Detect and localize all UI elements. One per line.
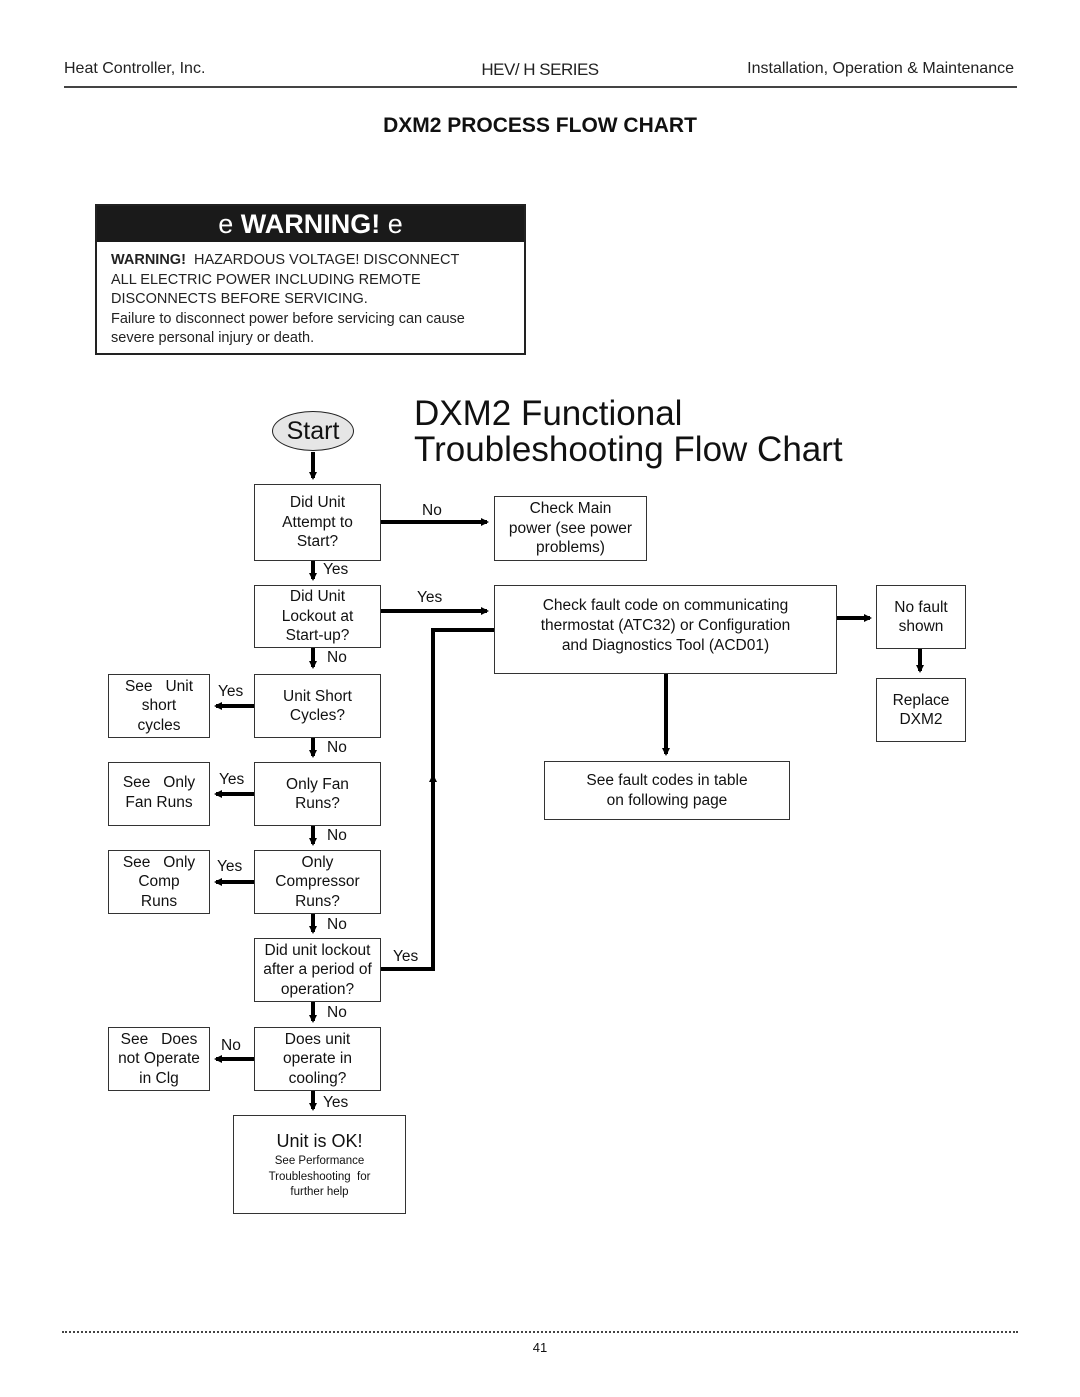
node-see-only-fan: See Only Fan Runs bbox=[108, 762, 210, 826]
node-text: power (see power bbox=[508, 519, 633, 537]
node-text: Runs? bbox=[295, 892, 340, 910]
node-text: Start? bbox=[296, 533, 339, 551]
node-lockout-period: Did unit lockout after a period of operati… bbox=[254, 938, 381, 1002]
edge-label: No bbox=[327, 827, 347, 844]
edge-label: No bbox=[327, 649, 347, 666]
edge-label: No bbox=[422, 502, 442, 519]
node-text: short bbox=[141, 697, 177, 715]
node-attempt-start: Did Unit Attempt to Start? bbox=[254, 484, 381, 561]
node-only-fan: Only Fan Runs? bbox=[254, 762, 381, 826]
node-text: not Operate bbox=[118, 1050, 200, 1068]
node-see-only-comp: See Only Comp Runs bbox=[108, 850, 210, 914]
node-no-fault-shown: No fault shown bbox=[876, 585, 966, 649]
node-text: in Clg bbox=[139, 1069, 179, 1087]
node-see-fault-codes: See fault codes in table on following pag… bbox=[544, 761, 790, 820]
node-text: Fan Runs bbox=[125, 793, 193, 811]
node-text: See Does bbox=[120, 1030, 198, 1048]
node-text: Comp bbox=[138, 873, 180, 891]
node-text: Check Main bbox=[529, 500, 612, 518]
edge-label: Yes bbox=[219, 771, 245, 788]
unit-ok-title: Unit is OK! bbox=[276, 1131, 363, 1151]
node-only-compressor: Only Compressor Runs? bbox=[254, 850, 381, 914]
node-text: thermostat (ATC32) or Configuration bbox=[540, 617, 791, 634]
node-text: Cycles? bbox=[289, 707, 346, 724]
edge-label: No bbox=[221, 1037, 241, 1054]
node-text: See Only bbox=[122, 853, 196, 871]
node-text: Lockout at bbox=[281, 607, 354, 625]
node-text: Only Fan bbox=[286, 775, 349, 793]
node-text: DXM2 bbox=[899, 711, 943, 728]
node-check-main-power: Check Main power (see power problems) bbox=[494, 496, 647, 561]
node-text: Compressor bbox=[275, 873, 360, 891]
node-text: Did Unit bbox=[289, 494, 346, 512]
node-text: Check fault code on communicating bbox=[542, 597, 789, 614]
node-text: and Diagnostics Tool (ACD01) bbox=[561, 637, 770, 654]
edge-label: Yes bbox=[417, 589, 443, 606]
node-text: Did unit lockout bbox=[264, 941, 371, 959]
node-text: Did Unit bbox=[289, 588, 346, 606]
node-text: operate in bbox=[283, 1050, 352, 1068]
node-text: Replace bbox=[892, 691, 950, 709]
node-text: Does unit bbox=[284, 1030, 351, 1048]
start-node: Start bbox=[272, 411, 354, 451]
node-text: See Only bbox=[122, 774, 196, 791]
edge-label: Yes bbox=[217, 858, 243, 875]
node-lockout-startup: Did Unit Lockout at Start-up? bbox=[254, 585, 381, 648]
page-number: 41 bbox=[532, 1340, 548, 1355]
node-check-fault-code: Check fault code on communicating thermos… bbox=[494, 585, 837, 674]
node-text: Unit Short bbox=[283, 687, 352, 705]
edge-label: No bbox=[327, 916, 347, 933]
edge-label: Yes bbox=[323, 1094, 349, 1111]
node-text: Start-up? bbox=[285, 627, 350, 645]
edge-label: No bbox=[327, 1004, 347, 1021]
node-text: after a period of bbox=[263, 961, 372, 979]
node-text: cooling? bbox=[288, 1069, 347, 1087]
node-text: See Unit bbox=[124, 677, 194, 695]
unit-ok-note: further help bbox=[290, 1186, 349, 1198]
node-operate-cooling: Does unit operate in cooling? bbox=[254, 1027, 381, 1091]
footer-divider bbox=[62, 1331, 1018, 1333]
edge-label: Yes bbox=[393, 948, 419, 965]
node-text: problems) bbox=[536, 539, 605, 557]
node-replace-dxm2: Replace DXM2 bbox=[876, 678, 966, 742]
node-text: shown bbox=[898, 618, 944, 635]
node-text: cycles bbox=[137, 716, 181, 734]
edge-label: Yes bbox=[218, 683, 244, 700]
node-text: No fault bbox=[894, 598, 948, 616]
node-text: Runs? bbox=[295, 795, 340, 812]
node-see-not-operate: See Does not Operate in Clg bbox=[108, 1027, 210, 1091]
node-text: operation? bbox=[280, 980, 355, 998]
edge-label: Yes bbox=[323, 561, 349, 578]
unit-ok-note: See Performance bbox=[274, 1155, 365, 1167]
arrow-period-yes-loop bbox=[381, 628, 494, 971]
node-text: on following page bbox=[606, 791, 728, 809]
node-unit-ok: Unit is OK! See Performance Troubleshoot… bbox=[233, 1115, 406, 1214]
node-see-short-cycles: See Unit short cycles bbox=[108, 674, 210, 738]
node-short-cycles: Unit Short Cycles? bbox=[254, 674, 381, 738]
node-text: Only bbox=[301, 853, 334, 871]
node-text: Attempt to bbox=[282, 513, 353, 531]
node-text: Runs bbox=[140, 892, 178, 910]
unit-ok-note: Troubleshooting for bbox=[268, 1170, 371, 1183]
edge-label: No bbox=[327, 739, 347, 756]
node-text: See fault codes in table bbox=[586, 772, 748, 789]
